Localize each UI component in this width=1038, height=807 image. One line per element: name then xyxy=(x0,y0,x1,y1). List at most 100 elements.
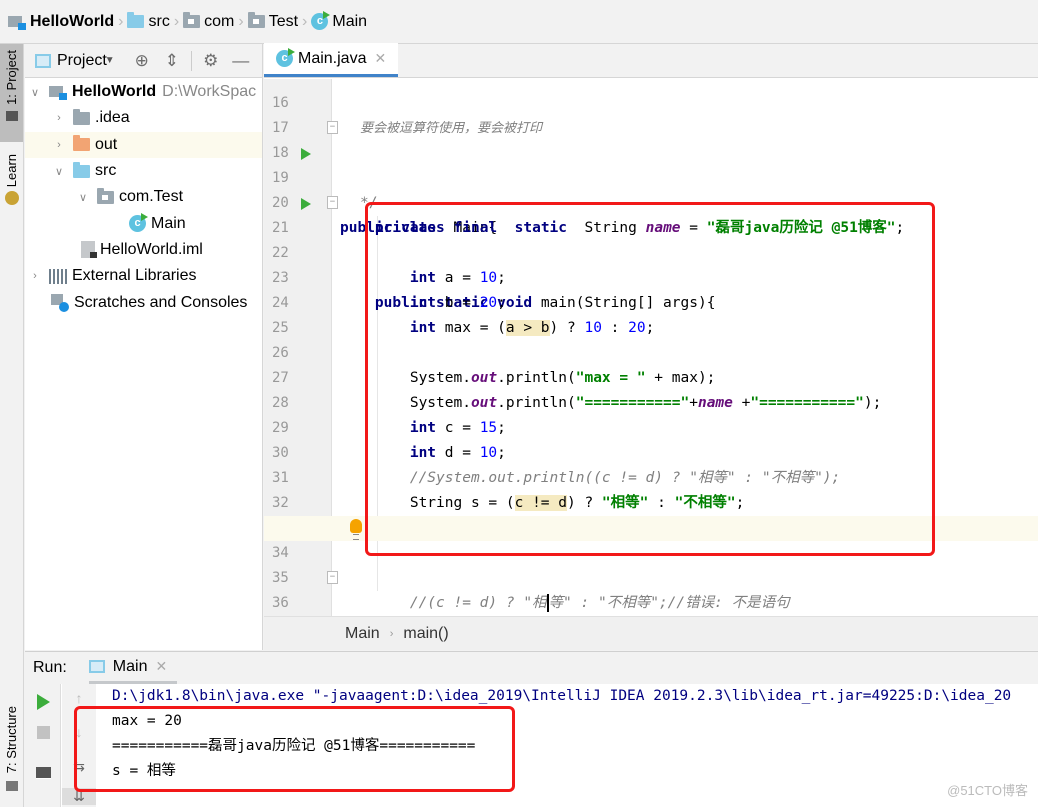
soft-wrap-icon[interactable]: ⇆ xyxy=(62,758,96,775)
tool-tab-structure[interactable]: 7: Structure xyxy=(0,706,23,801)
code-line: 20 private final static String name = "磊… xyxy=(272,195,905,236)
nav-crumb-com[interactable]: com xyxy=(183,0,234,44)
code-line-current: 34 //(c != d) ? "相 等" : "不相等";//错误: 不是语句 xyxy=(264,516,1038,612)
chevron-right-icon: › xyxy=(173,12,180,30)
nav-crumb-test[interactable]: Test xyxy=(247,0,298,44)
chevron-right-icon[interactable]: › xyxy=(51,112,67,124)
play-icon xyxy=(36,694,50,710)
module-file-icon xyxy=(81,241,97,259)
code-line: 33 xyxy=(264,491,1038,536)
project-panel-header: Project ▼ ⊕ ⇕ ⚙ — xyxy=(25,44,262,78)
package-icon xyxy=(183,12,201,28)
run-gutter-icon[interactable] xyxy=(301,198,311,210)
tool-tab-project[interactable]: 1: Project xyxy=(0,44,23,142)
stop-button[interactable] xyxy=(25,726,61,742)
excluded-folder-icon xyxy=(73,135,90,152)
code-line: 26 System.out.println("max = " + max); xyxy=(272,345,716,386)
code-line: 31 String s = (c != d) ? "相等" : "不相等"; xyxy=(272,470,745,511)
tree-item-helloworld-iml[interactable]: HelloWorld.iml xyxy=(25,237,262,263)
locate-icon[interactable]: ⊕ xyxy=(127,51,157,71)
chevron-down-icon[interactable]: ∨ xyxy=(51,165,67,178)
gear-icon[interactable]: ⚙ xyxy=(196,51,226,71)
code-line: 17 xyxy=(272,120,289,136)
fold-icon[interactable]: − xyxy=(327,196,338,209)
up-arrow-icon[interactable]: ↑ xyxy=(62,690,96,706)
fold-icon[interactable]: − xyxy=(327,121,338,134)
close-icon[interactable]: ✕ xyxy=(374,50,386,67)
tree-item-com-test[interactable]: ∨ com.Test xyxy=(25,184,262,210)
project-panel: Project ▼ ⊕ ⇕ ⚙ — ∨ HelloWorld D:\WorkSp… xyxy=(25,44,263,650)
chevron-right-icon: › xyxy=(389,627,394,640)
close-icon[interactable]: ✕ xyxy=(155,658,167,675)
nav-crumb-main[interactable]: c Main xyxy=(311,0,367,44)
chevron-right-icon: › xyxy=(238,12,244,30)
dropdown-arrow-icon[interactable]: ▼ xyxy=(105,55,115,66)
project-tree: ∨ HelloWorld D:\WorkSpac › .idea › out ∨… xyxy=(25,78,262,316)
chevron-down-icon[interactable]: ∨ xyxy=(75,191,91,204)
code-breadcrumb: Main › main() xyxy=(264,616,1038,650)
breadcrumb-class[interactable]: Main xyxy=(345,625,380,643)
tree-item-src[interactable]: ∨ src xyxy=(25,158,262,184)
class-icon: c xyxy=(129,213,148,233)
code-line: 19 public class Main{ xyxy=(264,141,1038,236)
code-line: 28 int c = 15; xyxy=(272,395,506,436)
folder-icon xyxy=(73,108,90,125)
lightbulb-icon[interactable] xyxy=(350,519,362,540)
code-line: 35 xyxy=(272,570,289,586)
chevron-right-icon: › xyxy=(118,12,124,30)
project-view-icon xyxy=(35,53,51,68)
chevron-right-icon: › xyxy=(302,12,308,30)
code-area[interactable]: 16 要会被逗算符使用，要会被打印 17 18 − */ 19 public c… xyxy=(264,79,1038,616)
editor-tab-bar: c Main.java ✕ xyxy=(264,43,1038,78)
code-line: 36 − } xyxy=(264,566,1038,611)
source-folder-icon xyxy=(127,12,145,28)
tree-item-main[interactable]: c Main xyxy=(25,210,262,236)
code-line: 32 System.out.println("s = " + s); xyxy=(272,495,681,536)
minimize-icon[interactable]: — xyxy=(226,51,256,71)
code-line: 18 − */ xyxy=(272,121,378,211)
console-line: s = 相等 xyxy=(112,763,176,779)
run-tab-main[interactable]: Main ✕ xyxy=(88,652,178,684)
nav-crumb-src[interactable]: src xyxy=(127,0,170,44)
source-folder-icon xyxy=(73,161,90,178)
tool-tab-learn[interactable]: Learn xyxy=(0,154,23,224)
console-icon xyxy=(88,660,105,673)
navigation-bar: HelloWorld › src › com › Test › c Main xyxy=(0,0,1038,44)
tab-main-java[interactable]: c Main.java ✕ xyxy=(264,43,399,77)
tree-item-external-libraries[interactable]: › External Libraries xyxy=(25,263,262,289)
tree-item-out[interactable]: › out xyxy=(25,131,262,158)
watermark: @51CTO博客 xyxy=(947,783,1028,798)
chevron-right-icon[interactable]: › xyxy=(27,270,43,282)
library-icon xyxy=(49,268,67,284)
nav-crumb-helloworld[interactable]: HelloWorld xyxy=(8,0,114,44)
console-line-command: D:\jdk1.8\bin\java.exe "-javaagent:D:\id… xyxy=(112,688,1012,704)
tree-item-scratches[interactable]: Scratches and Consoles xyxy=(25,289,262,315)
project-view-selector[interactable]: Project xyxy=(57,52,107,70)
code-line: 22 int a = 10; xyxy=(272,245,506,286)
run-panel: Run: Main ✕ ↑ ↓ ⇆ ⇊ D:\jdk1.8\bin\java.e… xyxy=(25,651,1038,807)
fold-icon[interactable]: − xyxy=(327,571,338,584)
run-gutter-icon[interactable] xyxy=(301,148,311,160)
package-icon xyxy=(247,12,265,28)
chevron-down-icon[interactable]: ∨ xyxy=(27,86,43,99)
scratches-icon xyxy=(51,293,69,312)
tree-item-helloworld[interactable]: ∨ HelloWorld D:\WorkSpac xyxy=(25,79,262,105)
console-output[interactable]: D:\jdk1.8\bin\java.exe "-javaagent:D:\id… xyxy=(112,684,1038,807)
tree-item-idea[interactable]: › .idea xyxy=(25,105,262,131)
run-toolbar-secondary: ↑ ↓ ⇆ ⇊ xyxy=(62,684,96,807)
chevron-right-icon[interactable]: › xyxy=(51,139,67,151)
down-arrow-icon[interactable]: ↓ xyxy=(62,724,96,740)
rerun-button[interactable] xyxy=(25,694,61,713)
header-divider xyxy=(190,50,192,71)
run-label: Run: xyxy=(33,659,67,676)
code-line: 16 要会被逗算符使用，要会被打印 xyxy=(272,95,543,136)
structure-icon xyxy=(5,781,18,792)
layout-icon xyxy=(35,767,51,779)
code-line: 37 } xyxy=(264,591,1038,616)
layout-button[interactable] xyxy=(25,766,61,782)
scroll-to-end-icon[interactable]: ⇊ xyxy=(62,788,96,805)
breadcrumb-method[interactable]: main() xyxy=(403,625,448,643)
collapse-all-icon[interactable]: ⇕ xyxy=(157,51,187,71)
stop-icon xyxy=(36,726,50,739)
console-line: max = 20 xyxy=(112,713,182,729)
